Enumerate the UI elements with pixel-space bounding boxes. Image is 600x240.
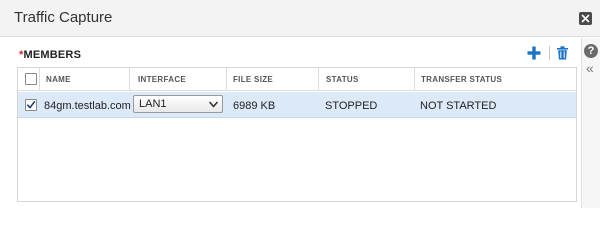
column-header-file-size[interactable]: FILE SIZE — [233, 75, 273, 84]
toolbar-divider — [549, 46, 550, 60]
members-table: NAME INTERFACE FILE SIZE STATUS TRANSFER… — [17, 67, 577, 202]
members-label-text: MEMBERS — [23, 49, 82, 61]
column-header-transfer-status[interactable]: TRANSFER STATUS — [421, 75, 502, 84]
column-separator — [318, 68, 319, 91]
traffic-capture-dialog: Traffic Capture *MEMBERS ? « NAME INTERF… — [0, 0, 600, 208]
row-file-size: 6989 KB — [233, 100, 276, 112]
double-chevron-left-icon[interactable]: « — [586, 61, 594, 75]
row-transfer-status: NOT STARTED — [420, 100, 497, 112]
chevron-down-icon — [209, 101, 218, 108]
column-header-name[interactable]: NAME — [46, 75, 71, 84]
column-header-status[interactable]: STATUS — [326, 75, 359, 84]
trash-icon[interactable] — [556, 46, 569, 60]
interface-select[interactable]: LAN1 — [133, 95, 223, 113]
table-row[interactable]: 84gm.testlab.com LAN1 6989 KB STOPPED NO… — [18, 92, 576, 118]
column-separator — [129, 68, 130, 91]
row-name: 84gm.testlab.com — [44, 100, 131, 112]
column-header-interface[interactable]: INTERFACE — [138, 75, 186, 84]
column-separator — [414, 68, 415, 91]
row-status: STOPPED — [325, 100, 378, 112]
dialog-titlebar: Traffic Capture — [0, 0, 600, 37]
select-all-checkbox[interactable] — [25, 73, 37, 85]
dialog-title: Traffic Capture — [14, 9, 113, 26]
column-separator — [226, 68, 227, 91]
close-icon[interactable] — [579, 12, 592, 25]
question-icon[interactable]: ? — [584, 44, 598, 58]
row-checkbox[interactable] — [25, 99, 37, 111]
members-section-label: *MEMBERS — [19, 49, 81, 61]
interface-select-value: LAN1 — [139, 98, 167, 110]
plus-icon[interactable] — [527, 46, 541, 60]
table-header: NAME INTERFACE FILE SIZE STATUS TRANSFER… — [18, 68, 576, 91]
column-separator — [39, 68, 40, 91]
